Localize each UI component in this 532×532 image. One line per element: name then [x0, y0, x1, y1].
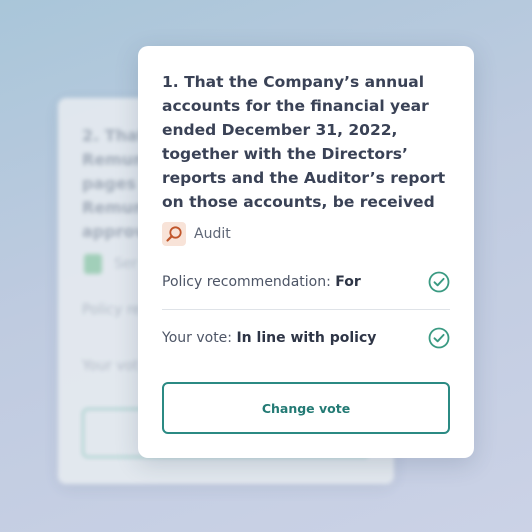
your-vote-value: In line with policy: [236, 330, 377, 346]
background-vote-label: Your vot: [82, 358, 139, 374]
magnifier-icon: [162, 222, 186, 246]
divider: [162, 309, 450, 310]
policy-recommendation-row: Policy recommendation: For: [162, 270, 450, 294]
change-vote-button[interactable]: Change vote: [162, 382, 450, 434]
category-tag: Audit: [162, 222, 231, 246]
your-vote-row: Your vote: In line with policy: [162, 326, 450, 350]
policy-recommendation-text: Policy recommendation: For: [162, 274, 361, 290]
category-tag-label: Audit: [194, 226, 231, 242]
your-vote-label: Your vote:: [162, 330, 233, 346]
policy-recommendation-label: Policy recommendation:: [162, 274, 331, 290]
background-policy-label: Policy re: [82, 302, 141, 318]
document-icon: [84, 254, 102, 274]
proposal-title: 1. That the Company’s annual accounts fo…: [162, 73, 446, 211]
proposal-card: 1. That the Company’s annual accounts fo…: [138, 46, 474, 458]
check-circle-icon: [428, 327, 450, 349]
your-vote-text: Your vote: In line with policy: [162, 330, 376, 346]
check-circle-icon: [428, 271, 450, 293]
background-tag-label: Ser: [114, 256, 138, 272]
policy-recommendation-value: For: [335, 274, 361, 290]
